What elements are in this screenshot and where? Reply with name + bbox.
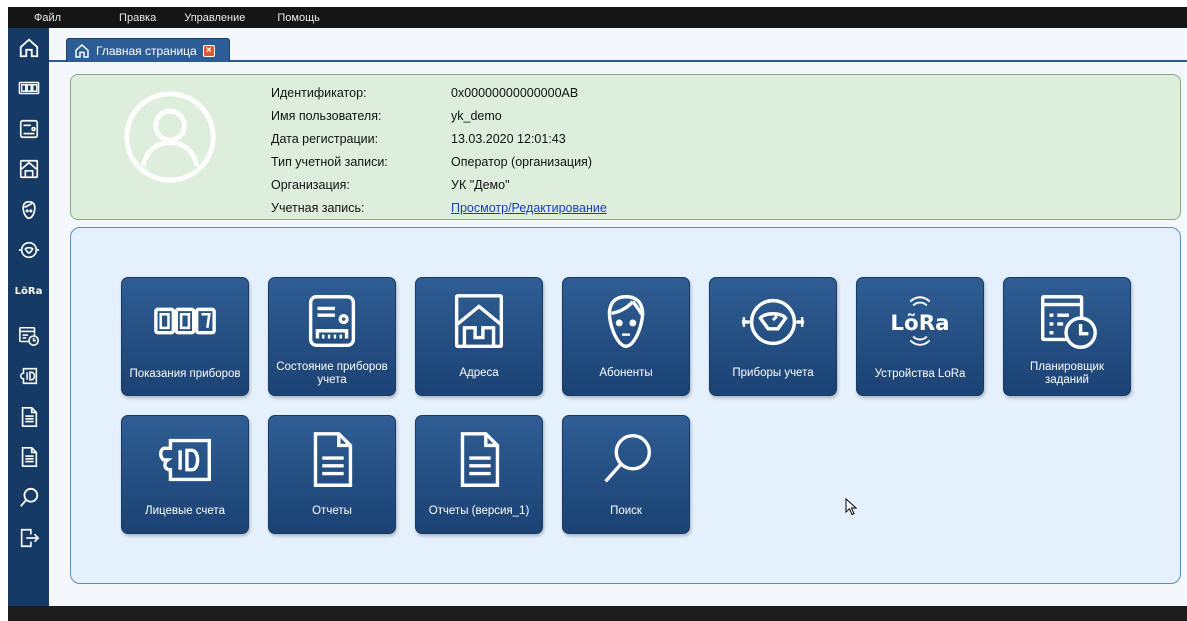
menubar-items: Файл Правка Управление Помощь: [8, 8, 320, 28]
profile-label: Тип учетной записи:: [271, 155, 388, 169]
tile-label: Отчеты: [312, 504, 352, 517]
profile-value: yk_demo: [451, 109, 502, 123]
meter-readings-icon: [154, 307, 216, 335]
sidebar-item-accounts[interactable]: [8, 359, 49, 393]
tiles-panel: Показания приборов Состояние приборов уч…: [70, 227, 1181, 584]
lora-icon: LõRa: [890, 296, 950, 346]
tile-label: Лицевые счета: [145, 504, 225, 517]
meters-icon: [18, 241, 39, 259]
mouse-cursor-icon: [845, 498, 858, 516]
sidebar-item-scheduler[interactable]: [8, 319, 49, 353]
view-edit-account-link[interactable]: Просмотр/Редактирование: [451, 201, 607, 221]
tile-label: Планировщик заданий: [1030, 361, 1104, 386]
tile-personal-accounts[interactable]: Лицевые счета: [121, 415, 249, 534]
profile-value: 13.03.2020 12:01:43: [451, 132, 566, 146]
scheduler-icon: [1041, 295, 1097, 349]
tile-meters[interactable]: Приборы учета: [709, 277, 837, 396]
sidebar: LõRa: [8, 28, 49, 606]
tile-search[interactable]: Поиск: [562, 415, 690, 534]
tab-label: Главная страница: [96, 43, 197, 58]
scheduler-icon: [18, 326, 39, 346]
svg-text:LõRa: LõRa: [890, 311, 949, 336]
tile-label: Абоненты: [599, 366, 653, 379]
sidebar-item-meter-readings[interactable]: [8, 71, 49, 105]
tile-label: Устройства LoRa: [874, 367, 966, 380]
subscribers-icon: [607, 295, 645, 348]
tab-home-page[interactable]: Главная страница ×: [66, 38, 230, 62]
addresses-icon: [19, 159, 38, 179]
meter-status-icon: [308, 295, 356, 348]
profile-row-registration-date: Дата регистрации: 13.03.2020 12:01:43: [271, 132, 566, 152]
tile-meter-status[interactable]: Состояние приборов учета: [268, 277, 396, 396]
tile-meter-readings[interactable]: Показания приборов: [121, 277, 249, 396]
profile-row-organization: Организация: УК "Демо": [271, 178, 510, 198]
tile-reports[interactable]: Отчеты: [268, 415, 396, 534]
sidebar-item-addresses[interactable]: [8, 152, 49, 186]
profile-row-id: Идентификатор: 0x00000000000000AB: [271, 86, 578, 106]
profile-label: Учетная запись:: [271, 201, 365, 215]
tile-label: Приборы учета: [732, 366, 814, 379]
tile-label: Состояние приборов учета: [276, 361, 388, 386]
meter-readings-icon: [18, 81, 39, 95]
sidebar-item-lora[interactable]: LõRa: [8, 274, 49, 308]
tile-label: Показания приборов: [129, 367, 241, 380]
sidebar-item-subscribers[interactable]: [8, 193, 49, 227]
sidebar-item-search[interactable]: [8, 481, 49, 515]
menu-manage[interactable]: Управление: [184, 12, 245, 24]
menu-file[interactable]: Файл: [34, 12, 61, 24]
sidebar-item-exit[interactable]: [8, 521, 49, 555]
profile-value: УК "Демо": [451, 178, 510, 192]
close-icon[interactable]: ×: [202, 44, 215, 57]
profile-row-username: Имя пользователя: yk_demo: [271, 109, 502, 129]
sidebar-item-reports[interactable]: [8, 400, 49, 434]
profile-panel: Идентификатор: 0x00000000000000AB Имя по…: [70, 74, 1181, 220]
sidebar-item-reports-v1[interactable]: [8, 440, 49, 474]
meters-icon: [741, 298, 805, 346]
reports-icon: [21, 407, 37, 427]
status-bar: [8, 606, 1187, 621]
accounts-icon: [19, 367, 37, 385]
tile-label: Поиск: [610, 504, 642, 517]
workspace: Главная страница × Идентификатор: 0x0000…: [49, 28, 1187, 606]
reports-icon: [313, 432, 353, 487]
search-icon: [19, 487, 38, 507]
tile-lora-devices[interactable]: LõRa Устройства LoRa: [856, 277, 984, 396]
addresses-icon: [454, 294, 504, 348]
tile-addresses[interactable]: Адреса: [415, 277, 543, 396]
tab-strip: Главная страница ×: [49, 36, 1187, 62]
exit-icon: [20, 528, 39, 548]
tile-reports-v1[interactable]: Отчеты (версия_1): [415, 415, 543, 534]
profile-value: 0x00000000000000AB: [451, 86, 579, 100]
lora-icon: LõRa: [14, 285, 43, 297]
user-avatar-icon: [124, 91, 216, 183]
menu-help[interactable]: Помощь: [277, 12, 320, 24]
profile-row-account: Учетная запись: Просмотр/Редактирование: [271, 201, 607, 221]
profile-value: Оператор (организация): [451, 155, 592, 169]
profile-label: Идентификатор:: [271, 86, 367, 100]
profile-label: Организация:: [271, 178, 350, 192]
sidebar-item-home[interactable]: [8, 31, 49, 65]
profile-label: Имя пользователя:: [271, 109, 382, 123]
accounts-icon: [159, 438, 211, 482]
tile-scheduler[interactable]: Планировщик заданий: [1003, 277, 1131, 396]
tile-label: Отчеты (версия_1): [428, 504, 530, 517]
subscribers-icon: [21, 200, 36, 220]
tile-subscribers[interactable]: Абоненты: [562, 277, 690, 396]
search-icon: [604, 434, 652, 483]
menu-edit[interactable]: Правка: [119, 12, 156, 24]
sidebar-item-meter-status[interactable]: [8, 112, 49, 146]
home-icon: [75, 43, 89, 58]
profile-label: Дата регистрации:: [271, 132, 379, 146]
tile-label: Адреса: [459, 366, 499, 379]
reports-v1-icon: [460, 432, 500, 487]
reports-v1-icon: [21, 447, 37, 467]
profile-row-account-type: Тип учетной записи: Оператор (организаци…: [271, 155, 592, 175]
sidebar-item-meters[interactable]: [8, 233, 49, 267]
meter-status-icon: [19, 119, 38, 139]
home-icon: [19, 38, 38, 58]
